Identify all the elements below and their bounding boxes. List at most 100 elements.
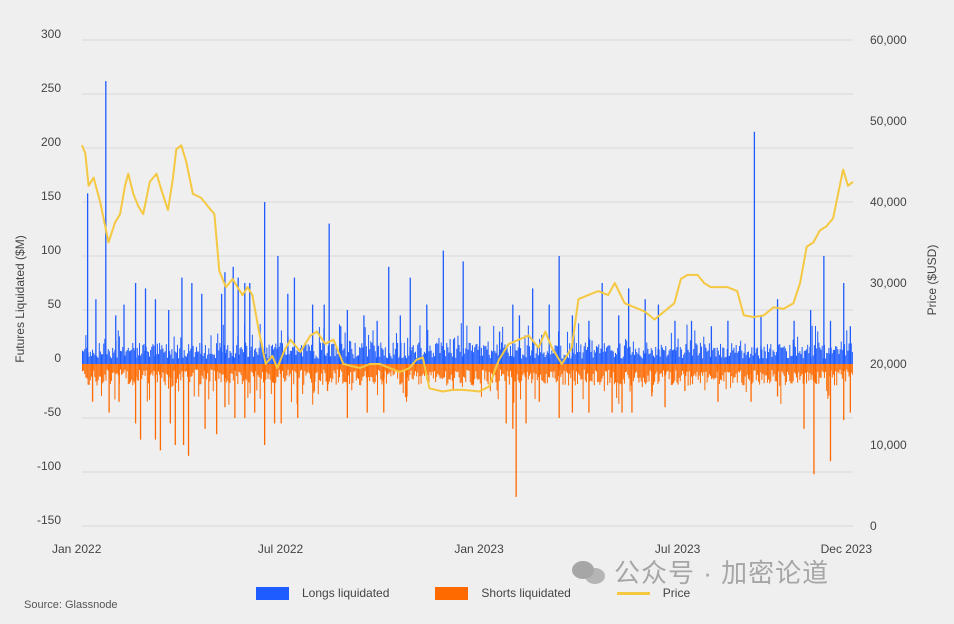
longs-bar — [195, 346, 197, 364]
shorts-bar — [655, 364, 657, 375]
shorts-bar — [326, 364, 329, 391]
shorts-bar — [334, 364, 336, 374]
shorts-bar — [708, 364, 710, 375]
shorts-bar — [187, 364, 190, 456]
longs-bar — [802, 358, 804, 364]
longs-bar — [685, 344, 687, 364]
shorts-bar — [596, 364, 597, 372]
shorts-bar — [297, 364, 299, 418]
shorts-bar — [671, 364, 673, 385]
shorts-bar — [702, 364, 704, 376]
shorts-bar — [335, 364, 337, 385]
longs-bar — [430, 350, 432, 364]
shorts-bar — [838, 364, 840, 374]
longs-bar — [637, 353, 639, 364]
shorts-bar — [412, 364, 414, 380]
longs-bar — [298, 350, 300, 364]
shorts-bar — [195, 364, 197, 370]
longs-bar — [608, 345, 610, 364]
longs-bar — [483, 345, 485, 364]
longs-bar — [646, 342, 648, 364]
shorts-bar — [357, 364, 359, 379]
longs-bar — [125, 351, 127, 364]
shorts-swatch — [435, 586, 469, 600]
shorts-bar — [642, 364, 644, 378]
right-axis-ticks: 60,000 50,000 40,000 30,000 20,000 10,000 0 — [870, 33, 907, 533]
shorts-bar — [721, 364, 723, 381]
longs-bar — [437, 343, 439, 364]
shorts-bar — [690, 364, 692, 377]
shorts-bar — [139, 364, 142, 440]
shorts-bar — [810, 364, 812, 380]
shorts-bar — [703, 364, 705, 373]
shorts-bar — [399, 364, 401, 385]
shorts-bar — [403, 364, 405, 370]
longs-bar — [484, 346, 486, 364]
shorts-bar — [467, 364, 469, 371]
shorts-bar — [94, 364, 96, 378]
shorts-bar — [104, 364, 106, 375]
shorts-bar — [514, 364, 516, 382]
longs-bar — [115, 315, 117, 364]
shorts-bar — [324, 364, 326, 374]
longs-bar — [574, 354, 576, 364]
left-tick-label: 250 — [41, 81, 61, 95]
longs-bar — [323, 304, 325, 364]
shorts-bar — [547, 364, 549, 378]
longs-bar — [378, 345, 380, 364]
shorts-bar — [612, 364, 614, 373]
longs-bar — [623, 345, 625, 364]
longs-bar — [731, 343, 733, 364]
longs-bar — [206, 358, 208, 364]
shorts-bar — [644, 364, 646, 383]
longs-bar — [511, 355, 513, 364]
shorts-bar — [781, 364, 783, 372]
longs-bar — [714, 348, 716, 364]
longs-bar — [641, 358, 643, 364]
shorts-bar — [790, 364, 792, 384]
shorts-bar — [511, 364, 513, 378]
longs-bar — [154, 299, 157, 364]
shorts-bar — [635, 364, 637, 373]
shorts-bar — [346, 364, 349, 418]
longs-bar — [317, 358, 319, 364]
shorts-bar — [551, 364, 553, 372]
shorts-bar — [680, 364, 682, 376]
longs-bar — [175, 352, 177, 364]
longs-bar — [650, 348, 652, 364]
shorts-bar — [722, 364, 724, 376]
longs-bar — [604, 351, 606, 364]
longs-bar — [184, 355, 186, 364]
shorts-bar — [674, 364, 676, 381]
shorts-bar — [828, 364, 830, 396]
shorts-bar — [627, 364, 629, 375]
shorts-bar — [271, 364, 273, 383]
longs-bar — [489, 358, 491, 364]
shorts-bar — [663, 364, 665, 371]
longs-bar — [735, 345, 737, 364]
longs-bar — [359, 347, 361, 364]
longs-bar — [487, 341, 489, 364]
shorts-bar — [380, 364, 382, 380]
shorts-bar — [538, 364, 540, 402]
longs-bar — [548, 304, 550, 364]
shorts-bar — [258, 364, 260, 378]
longs-bar — [750, 353, 752, 364]
longs-bar — [176, 344, 178, 364]
longs-bar — [180, 337, 182, 364]
longs-bar — [389, 353, 391, 364]
shorts-bar — [504, 364, 506, 382]
longs-bar — [360, 348, 362, 364]
shorts-bar — [260, 364, 262, 379]
shorts-bar — [191, 364, 193, 377]
shorts-bar — [315, 364, 317, 374]
longs-bar — [661, 347, 663, 364]
shorts-bar — [749, 364, 751, 381]
longs-bar — [610, 350, 612, 364]
shorts-bar — [201, 364, 203, 376]
longs-bar — [178, 358, 180, 364]
longs-bar — [838, 354, 840, 364]
longs-bar — [827, 353, 829, 364]
shorts-bar — [587, 364, 589, 374]
shorts-bar — [741, 364, 743, 383]
